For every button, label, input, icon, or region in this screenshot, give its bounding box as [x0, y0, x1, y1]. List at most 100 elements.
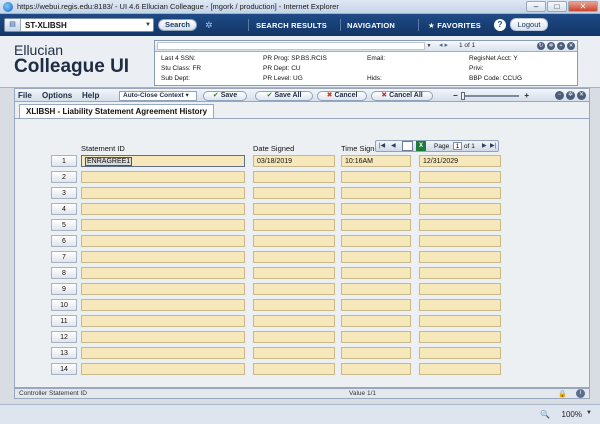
help-menu[interactable]: Help	[82, 91, 99, 100]
page-input[interactable]: 1	[453, 142, 462, 150]
date-signed-cell[interactable]	[253, 283, 335, 295]
close-window-button[interactable]: ✕	[568, 1, 598, 12]
favorites-link[interactable]: ★ FAVORITES	[428, 21, 481, 30]
end-date-cell[interactable]	[419, 283, 501, 295]
form-tab[interactable]: XLIBSH - Liability Statement Agreement H…	[19, 104, 215, 118]
time-signed-cell[interactable]	[341, 219, 411, 231]
row-number-button[interactable]: 1	[51, 155, 77, 167]
row-number-button[interactable]: 13	[51, 347, 77, 359]
time-signed-cell[interactable]	[341, 171, 411, 183]
end-date-cell[interactable]	[419, 363, 501, 375]
date-signed-cell[interactable]	[253, 235, 335, 247]
time-signed-cell[interactable]	[341, 267, 411, 279]
time-signed-cell[interactable]	[341, 283, 411, 295]
cancel-all-button[interactable]: ✖ Cancel All	[371, 91, 433, 101]
time-signed-cell[interactable]: 10:16AM	[341, 155, 411, 167]
end-date-cell[interactable]	[419, 331, 501, 343]
date-signed-cell[interactable]	[253, 171, 335, 183]
excel-icon[interactable]: X	[416, 141, 426, 151]
search-button[interactable]: Search	[158, 19, 198, 31]
time-signed-cell[interactable]	[341, 235, 411, 247]
time-signed-cell[interactable]	[341, 203, 411, 215]
statement-id-cell[interactable]	[81, 187, 245, 199]
logout-button[interactable]: Logout	[510, 18, 548, 31]
end-date-cell[interactable]	[419, 267, 501, 279]
statement-id-cell[interactable]	[81, 267, 245, 279]
minimize-form-icon[interactable]: −	[555, 91, 564, 100]
end-date-cell[interactable]: 12/31/2029	[419, 155, 501, 167]
statement-id-cell[interactable]	[81, 171, 245, 183]
info-icon[interactable]: i	[576, 389, 585, 398]
row-number-button[interactable]: 12	[51, 331, 77, 343]
row-number-button[interactable]: 10	[51, 299, 77, 311]
statement-id-cell[interactable]: ENRAGREE1	[81, 155, 245, 167]
date-signed-cell[interactable]	[253, 267, 335, 279]
statement-id-cell[interactable]	[81, 363, 245, 375]
date-signed-cell[interactable]	[253, 347, 335, 359]
save-button[interactable]: ✔ Save	[203, 91, 247, 101]
end-date-cell[interactable]	[419, 347, 501, 359]
help-icon[interactable]: ?	[494, 19, 506, 31]
grid-view-icon[interactable]	[402, 141, 413, 151]
statement-id-cell[interactable]	[81, 219, 245, 231]
chevron-down-icon[interactable]: ▼	[425, 42, 433, 50]
file-menu[interactable]: File	[18, 91, 32, 100]
zoom-slider[interactable]: − +	[453, 91, 529, 100]
next-page-icon[interactable]: ▶	[482, 142, 487, 149]
row-number-button[interactable]: 3	[51, 187, 77, 199]
first-page-icon[interactable]: |◀	[379, 142, 385, 149]
end-date-cell[interactable]	[419, 299, 501, 311]
options-menu[interactable]: Options	[42, 91, 72, 100]
refresh-icon[interactable]: ↻	[537, 42, 545, 50]
time-signed-cell[interactable]	[341, 331, 411, 343]
time-signed-cell[interactable]	[341, 187, 411, 199]
row-number-button[interactable]: 2	[51, 171, 77, 183]
time-signed-cell[interactable]	[341, 363, 411, 375]
date-signed-cell[interactable]	[253, 315, 335, 327]
close-icon[interactable]: ✕	[577, 91, 586, 100]
time-signed-cell[interactable]	[341, 299, 411, 311]
end-date-cell[interactable]	[419, 219, 501, 231]
statement-id-cell[interactable]	[81, 235, 245, 247]
prev-page-icon[interactable]: ◀	[391, 142, 396, 149]
row-number-button[interactable]: 6	[51, 235, 77, 247]
auto-close-context-select[interactable]: Auto-Close Context ▾	[119, 91, 197, 101]
time-signed-cell[interactable]	[341, 251, 411, 263]
time-signed-cell[interactable]	[341, 315, 411, 327]
settings-icon[interactable]: ✲	[566, 91, 575, 100]
statement-id-cell[interactable]	[81, 203, 245, 215]
zoom-level[interactable]: 100%	[562, 410, 582, 419]
zoom-icon[interactable]: 🔍	[540, 410, 550, 419]
chevron-down-icon[interactable]: ▼	[143, 22, 153, 28]
form-search-input[interactable]: ▤ ST-XLIBSH ▼	[4, 18, 154, 32]
search-results-link[interactable]: SEARCH RESULTS	[256, 21, 327, 30]
statement-id-cell[interactable]	[81, 331, 245, 343]
close-icon[interactable]: ✕	[567, 42, 575, 50]
date-signed-cell[interactable]	[253, 187, 335, 199]
add-icon[interactable]: +	[557, 42, 565, 50]
maximize-button[interactable]: □	[547, 1, 567, 12]
last-page-icon[interactable]: ▶|	[490, 142, 496, 149]
end-date-cell[interactable]	[419, 171, 501, 183]
date-signed-cell[interactable]	[253, 299, 335, 311]
gear-icon[interactable]: ✲	[205, 20, 213, 31]
row-number-button[interactable]: 14	[51, 363, 77, 375]
row-number-button[interactable]: 8	[51, 267, 77, 279]
context-person-field[interactable]	[157, 42, 425, 50]
time-signed-cell[interactable]	[341, 347, 411, 359]
statement-id-cell[interactable]	[81, 283, 245, 295]
date-signed-cell[interactable]	[253, 251, 335, 263]
row-number-button[interactable]: 9	[51, 283, 77, 295]
row-number-button[interactable]: 4	[51, 203, 77, 215]
date-signed-cell[interactable]	[253, 363, 335, 375]
row-number-button[interactable]: 11	[51, 315, 77, 327]
cancel-button[interactable]: ✖ Cancel	[317, 91, 367, 101]
end-date-cell[interactable]	[419, 251, 501, 263]
context-nav-arrows[interactable]: ◂ ▸	[439, 41, 448, 49]
end-date-cell[interactable]	[419, 203, 501, 215]
date-signed-cell[interactable]	[253, 331, 335, 343]
end-date-cell[interactable]	[419, 315, 501, 327]
date-signed-cell[interactable]: 03/18/2019	[253, 155, 335, 167]
date-signed-cell[interactable]	[253, 219, 335, 231]
date-signed-cell[interactable]	[253, 203, 335, 215]
